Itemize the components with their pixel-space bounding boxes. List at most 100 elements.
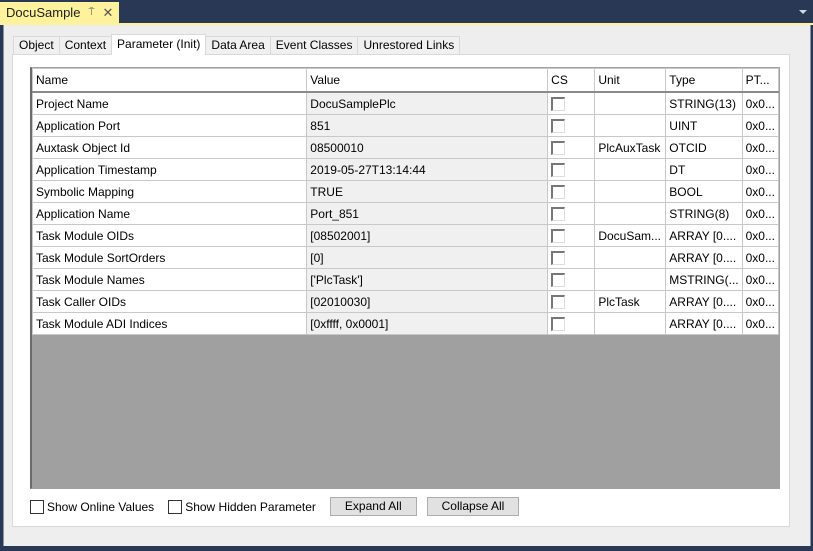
- value-cell[interactable]: 08500010: [306, 136, 549, 159]
- close-icon[interactable]: ✕: [102, 5, 113, 21]
- column-header-name[interactable]: Name: [32, 68, 308, 93]
- pt-cell[interactable]: 0x0...: [741, 268, 779, 291]
- value-cell[interactable]: [08502001]: [306, 224, 549, 247]
- pt-cell[interactable]: 0x0...: [741, 114, 779, 137]
- cs-cell[interactable]: [547, 158, 596, 181]
- unit-cell[interactable]: DocuSam...: [594, 224, 667, 247]
- value-cell[interactable]: DocuSamplePlc: [306, 91, 549, 115]
- cs-checkbox[interactable]: [551, 96, 566, 111]
- type-cell[interactable]: ARRAY [0....: [665, 246, 743, 269]
- tab-unrestored-links[interactable]: Unrestored Links: [357, 36, 461, 54]
- expand-all-button[interactable]: Expand All: [329, 497, 417, 516]
- name-cell[interactable]: Task Module ADI Indices: [32, 312, 308, 335]
- tab-event-classes[interactable]: Event Classes: [269, 36, 359, 54]
- type-cell[interactable]: STRING(13): [665, 91, 743, 115]
- cs-checkbox[interactable]: [551, 184, 566, 199]
- column-header-cs[interactable]: CS: [547, 68, 596, 93]
- type-cell[interactable]: ARRAY [0....: [665, 224, 743, 247]
- table-row[interactable]: Application Timestamp 2019-05-27T13:14:44…: [32, 158, 779, 181]
- cs-cell[interactable]: [547, 91, 596, 115]
- type-cell[interactable]: ARRAY [0....: [665, 312, 743, 335]
- pt-cell[interactable]: 0x0...: [741, 312, 779, 335]
- name-cell[interactable]: Auxtask Object Id: [32, 136, 308, 159]
- type-cell[interactable]: BOOL: [665, 180, 743, 203]
- document-tab[interactable]: DocuSample ⍑ ✕: [0, 2, 120, 23]
- name-cell[interactable]: Task Caller OIDs: [32, 290, 308, 313]
- cs-checkbox[interactable]: [551, 140, 566, 155]
- table-row[interactable]: Task Caller OIDs [02010030] PlcTask ARRAY […: [32, 290, 779, 313]
- unit-cell[interactable]: [594, 246, 667, 269]
- pt-cell[interactable]: 0x0...: [741, 290, 779, 313]
- cs-checkbox[interactable]: [551, 228, 566, 243]
- cs-cell[interactable]: [547, 246, 596, 269]
- name-cell[interactable]: Task Module OIDs: [32, 224, 308, 247]
- type-cell[interactable]: OTCID: [665, 136, 743, 159]
- checkbox-box[interactable]: [30, 499, 44, 514]
- table-row[interactable]: Symbolic Mapping TRUE BOOL 0x0...: [32, 180, 779, 203]
- checkbox-box[interactable]: [168, 499, 183, 514]
- pt-cell[interactable]: 0x0...: [741, 246, 779, 269]
- type-cell[interactable]: UINT: [665, 114, 743, 137]
- table-row[interactable]: Application Name Port_851 STRING(8) 0x0...: [32, 202, 779, 225]
- collapse-all-button[interactable]: Collapse All: [426, 497, 520, 516]
- type-cell[interactable]: MSTRING(...: [665, 268, 743, 291]
- column-header-unit[interactable]: Unit: [594, 68, 667, 93]
- show-hidden-parameter-checkbox[interactable]: Show Hidden Parameter: [168, 499, 316, 514]
- cs-cell[interactable]: [547, 268, 596, 291]
- table-row[interactable]: Application Port 851 UINT 0x0...: [32, 114, 779, 137]
- cs-cell[interactable]: [547, 312, 596, 335]
- table-row[interactable]: Task Module Names ['PlcTask'] MSTRING(... 0…: [32, 268, 779, 291]
- column-header-type[interactable]: Type: [665, 68, 743, 93]
- value-cell[interactable]: TRUE: [306, 180, 549, 203]
- value-cell[interactable]: Port_851: [306, 202, 549, 225]
- pt-cell[interactable]: 0x0...: [741, 202, 779, 225]
- table-row[interactable]: Task Module ADI Indices [0xffff, 0x0001] A…: [32, 312, 779, 335]
- tab-object[interactable]: Object: [13, 36, 60, 54]
- table-row[interactable]: Task Module OIDs [08502001] DocuSam... ARRA…: [32, 224, 779, 247]
- unit-cell[interactable]: PlcTask: [594, 290, 667, 313]
- cs-checkbox[interactable]: [551, 162, 566, 177]
- pt-cell[interactable]: 0x0...: [741, 224, 779, 247]
- unit-cell[interactable]: [594, 114, 667, 137]
- table-row[interactable]: Project Name DocuSamplePlc STRING(13) 0x0..…: [32, 91, 779, 115]
- tab-data-area[interactable]: Data Area: [205, 36, 271, 54]
- cs-checkbox[interactable]: [551, 206, 566, 221]
- show-online-values-checkbox[interactable]: Show Online Values: [30, 499, 154, 514]
- table-row[interactable]: Task Module SortOrders [0] ARRAY [0.... 0x0…: [32, 246, 779, 269]
- unit-cell[interactable]: PlcAuxTask: [594, 136, 667, 159]
- type-cell[interactable]: DT: [665, 158, 743, 181]
- unit-cell[interactable]: [594, 312, 667, 335]
- value-cell[interactable]: 851: [306, 114, 549, 137]
- cs-cell[interactable]: [547, 224, 596, 247]
- tab-context[interactable]: Context: [58, 36, 113, 54]
- pt-cell[interactable]: 0x0...: [741, 136, 779, 159]
- unit-cell[interactable]: [594, 202, 667, 225]
- cs-checkbox[interactable]: [551, 250, 566, 265]
- name-cell[interactable]: Task Module Names: [32, 268, 308, 291]
- unit-cell[interactable]: [594, 268, 667, 291]
- pin-icon[interactable]: ⍑: [88, 7, 94, 18]
- pt-cell[interactable]: 0x0...: [741, 158, 779, 181]
- name-cell[interactable]: Application Port: [32, 114, 308, 137]
- value-cell[interactable]: 2019-05-27T13:14:44: [306, 158, 549, 181]
- name-cell[interactable]: Project Name: [32, 91, 308, 115]
- table-row[interactable]: Auxtask Object Id 08500010 PlcAuxTask OTCID…: [32, 136, 779, 159]
- unit-cell[interactable]: [594, 158, 667, 181]
- name-cell[interactable]: Application Timestamp: [32, 158, 308, 181]
- pt-cell[interactable]: 0x0...: [741, 91, 779, 115]
- column-header-value[interactable]: Value: [306, 68, 549, 93]
- value-cell[interactable]: ['PlcTask']: [306, 268, 549, 291]
- type-cell[interactable]: STRING(8): [665, 202, 743, 225]
- cs-cell[interactable]: [547, 202, 596, 225]
- name-cell[interactable]: Application Name: [32, 202, 308, 225]
- cs-checkbox[interactable]: [551, 294, 566, 309]
- name-cell[interactable]: Task Module SortOrders: [32, 246, 308, 269]
- cs-cell[interactable]: [547, 290, 596, 313]
- cs-checkbox[interactable]: [551, 316, 566, 331]
- cs-checkbox[interactable]: [551, 118, 566, 133]
- value-cell[interactable]: [0xffff, 0x0001]: [306, 312, 549, 335]
- value-cell[interactable]: [02010030]: [306, 290, 549, 313]
- cs-cell[interactable]: [547, 114, 596, 137]
- type-cell[interactable]: ARRAY [0....: [665, 290, 743, 313]
- column-header-pt[interactable]: PT...: [741, 68, 779, 93]
